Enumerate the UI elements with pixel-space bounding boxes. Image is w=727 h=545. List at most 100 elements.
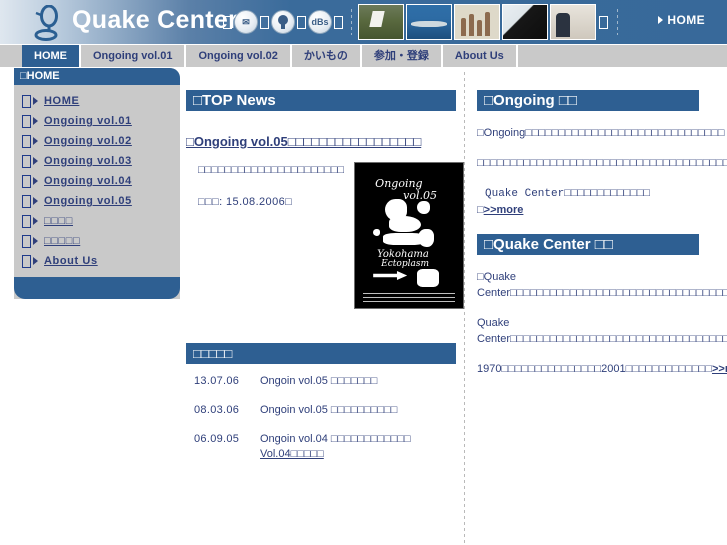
triangle-right-icon [658, 16, 664, 24]
topnews-date: □□□: 15.08.2006□ [198, 196, 293, 208]
topnews-poster-image[interactable]: Ongoing vol.05 Yokohama Ectoplasm [354, 162, 465, 309]
poster-line-2: vol.05 [403, 189, 438, 202]
nav-item-label: 参加・登録 [373, 50, 429, 62]
header-icon-bar: ✉ dBs [222, 9, 370, 35]
quakecenter-more-link[interactable]: >>more [712, 363, 727, 375]
bullet-arrow-icon [21, 134, 38, 148]
bullet-arrow-icon [21, 94, 38, 108]
sidebar-item-label: □□□□ [44, 215, 73, 227]
ongoing-more-prefix-box: □ [477, 204, 484, 216]
newslist-heading: □□□□□ [186, 343, 456, 364]
quakecenter-paragraph-1: □Quake Center□□□□□□□□□□□□□□□□□□□□□□□□□□□… [477, 271, 727, 299]
quakecenter-heading: □Quake Center □□ [477, 234, 699, 255]
main-navbar: HOME Ongoing vol.01 Ongoing vol.02 かいもの 参加・登… [0, 44, 727, 67]
sidebar-item-8[interactable]: About Us [14, 251, 180, 271]
newslist-sub-link[interactable]: Vol.04□□□□□ [260, 447, 411, 462]
mail-icon[interactable]: ✉ [234, 10, 258, 34]
sidebar-item-label: Ongoing vol.04 [44, 175, 132, 187]
decibel-icon[interactable]: dBs [308, 10, 332, 34]
site-header: Quake Center ✉ dBs HOME [0, 0, 727, 44]
nav-item-label: Ongoing vol.01 [93, 50, 173, 62]
ongoing-paragraph-3: Quake Center□□□□□□□□□□□□□ [477, 185, 699, 202]
sidebar-item-label: HOME [44, 95, 80, 107]
thumbnail-sea[interactable] [406, 4, 452, 40]
newslist-rows: 13.07.06 Ongoin vol.05 □□□□□□□ 08.03.06 Ong… [186, 364, 456, 462]
nav-item-0[interactable]: HOME [22, 45, 81, 67]
bullet-arrow-icon [21, 254, 38, 268]
poster-line-4: Ectoplasm [381, 259, 429, 269]
nav-item-4[interactable]: 参加・登録 [362, 45, 443, 67]
bullet-arrow-icon [21, 214, 38, 228]
sidebar-item-label: About Us [44, 255, 98, 267]
ongoing-paragraph-2: □□□□□□□□□□□□□□□□□□□□□□□□□□□□□□□□□□□□□□□□… [477, 157, 727, 169]
brand-title: Quake Center [72, 6, 239, 34]
seismograph-logo-icon [34, 5, 58, 41]
sidebar-item-1[interactable]: Ongoing vol.01 [14, 111, 180, 131]
newslist-row[interactable]: 08.03.06 Ongoin vol.05 □□□□□□□□□□ [194, 403, 456, 418]
sidebar-item-6[interactable]: □□□□ [14, 211, 180, 231]
header-divider [617, 9, 618, 35]
ongoing-more-link[interactable]: >>more [484, 204, 524, 216]
newslist-date: 06.09.05 [194, 433, 240, 445]
newslist-date: 13.07.06 [194, 375, 240, 387]
main-column: □TOP News □Ongoing vol.05□□□□□□□□□□□□□□□… [186, 90, 465, 476]
sidebar-item-0[interactable]: HOME [14, 91, 180, 111]
newslist-text: Ongoin vol.05 □□□□□□□ [260, 375, 378, 387]
bullet-arrow-icon [21, 194, 38, 208]
thumbnail-figures[interactable] [454, 4, 500, 40]
thumbnail-arch[interactable] [502, 4, 548, 40]
topnews-body: □□□□□□□□□□□□□□□□□□□□□□ □□□: 15.08.2006□ … [186, 162, 465, 309]
newslist-row[interactable]: 13.07.06 Ongoin vol.05 □□□□□□□ [194, 374, 456, 389]
aside-column: □Ongoing □□ □Ongoing□□□□□□□□□□□□□□□□□□□□… [477, 90, 727, 377]
column-divider [464, 72, 465, 545]
tofu-box-icon [260, 15, 269, 29]
tofu-box-icon [223, 15, 232, 29]
newslist-panel: □□□□□ 13.07.06 Ongoin vol.05 □□□□□□□ 08.03… [186, 343, 456, 462]
sidebar-item-5[interactable]: Ongoing vol.05 [14, 191, 180, 211]
ongoing-paragraph-1: □Ongoing□□□□□□□□□□□□□□□□□□□□□□□□□□□□□□ [477, 127, 725, 139]
sidebar-item-label: Ongoing vol.02 [44, 135, 132, 147]
thumbnail-interior[interactable] [550, 4, 596, 40]
sidebar-item-label: □□□□□ [44, 235, 81, 247]
lightbulb-icon[interactable] [271, 10, 295, 34]
nav-item-5[interactable]: About Us [443, 45, 518, 67]
sidebar-item-label: Ongoing vol.03 [44, 155, 132, 167]
newslist-text: Ongoin vol.04 □□□□□□□□□□□□ Vol.04□□□□□ [260, 433, 411, 462]
bullet-arrow-icon [21, 174, 38, 188]
sidebar-item-4[interactable]: Ongoing vol.04 [14, 171, 180, 191]
sidebar-item-7[interactable]: □□□□□ [14, 231, 180, 251]
topnews-headline-link[interactable]: □Ongoing vol.05□□□□□□□□□□□□□□□□□ [186, 133, 456, 150]
navbar-items: HOME Ongoing vol.01 Ongoing vol.02 かいもの 参加・登… [22, 45, 518, 67]
quakecenter-paragraph-3: 1970□□□□□□□□□□□□□□□2001□□□□□□□□□□□□□>>mo… [477, 361, 727, 377]
newslist-row[interactable]: 06.09.05 Ongoin vol.04 □□□□□□□□□□□□ Vol.04… [194, 432, 456, 462]
sidebar-footer [14, 277, 180, 299]
tofu-box-icon [599, 15, 608, 29]
sidebar-menu: HOME Ongoing vol.01 Ongoing vol.02 Ongoing … [14, 85, 180, 275]
ongoing-p3-text: Quake Center□□□□□□□□□□□□□ [485, 188, 651, 200]
topnews-textblock: □□□□□□□□□□□□□□□□□□□□□□ □□□: 15.08.2006□ [186, 162, 344, 309]
sidebar-item-3[interactable]: Ongoing vol.03 [14, 151, 180, 171]
header-divider [351, 9, 352, 35]
sidebar-title: □HOME [14, 68, 180, 85]
newslist-date: 08.03.06 [194, 404, 240, 416]
nav-item-1[interactable]: Ongoing vol.01 [81, 45, 187, 67]
tofu-box-icon [334, 15, 343, 29]
sidebar-item-label: Ongoing vol.01 [44, 115, 132, 127]
quakecenter-paragraph-2: Quake Center□□□□□□□□□□□□□□□□□□□□□□□□□□□□… [477, 317, 727, 345]
tofu-box-icon [297, 15, 306, 29]
bullet-arrow-icon [21, 234, 38, 248]
topnews-description: □□□□□□□□□□□□□□□□□□□□□□ [198, 164, 345, 176]
bullet-arrow-icon [21, 114, 38, 128]
sidebar: □HOME HOME Ongoing vol.01 Ongoing vol.02 On… [14, 68, 180, 299]
nav-item-label: かいもの [303, 50, 348, 62]
sidebar-item-label: Ongoing vol.05 [44, 195, 132, 207]
sidebar-item-2[interactable]: Ongoing vol.02 [14, 131, 180, 151]
thumbnail-field[interactable] [358, 4, 404, 40]
nav-item-3[interactable]: かいもの [292, 45, 362, 67]
nav-item-2[interactable]: Ongoing vol.02 [186, 45, 292, 67]
ongoing-more-row: □>>more [477, 202, 699, 218]
header-home-link[interactable]: HOME [658, 13, 705, 27]
topnews-heading: □TOP News [186, 90, 456, 111]
ongoing-heading: □Ongoing □□ [477, 90, 699, 111]
quakecenter-p3-text: 1970□□□□□□□□□□□□□□□2001□□□□□□□□□□□□□ [477, 363, 712, 375]
